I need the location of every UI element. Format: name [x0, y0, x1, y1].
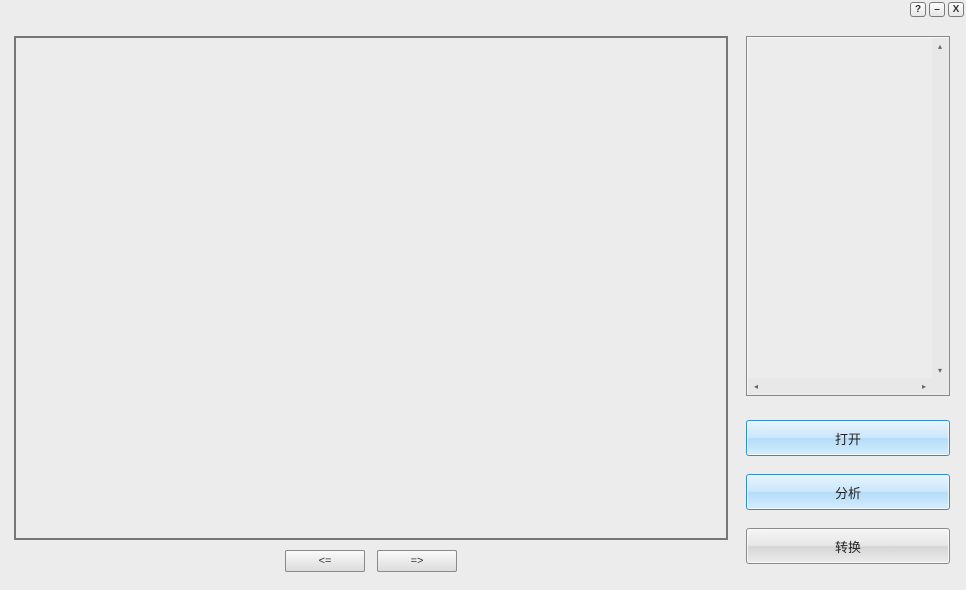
- next-button-label: =>: [411, 555, 424, 567]
- list-pane: ▴ ▾ ◂ ▸: [746, 36, 950, 396]
- prev-button-label: <=: [319, 555, 332, 567]
- minimize-button[interactable]: –: [929, 2, 945, 17]
- help-icon: ?: [915, 5, 921, 15]
- next-button[interactable]: =>: [377, 550, 457, 572]
- analyze-button[interactable]: 分析: [746, 474, 950, 510]
- minimize-icon: –: [934, 5, 940, 15]
- nav-buttons: <= =>: [14, 550, 728, 572]
- convert-button-label: 转换: [835, 537, 861, 556]
- open-button[interactable]: 打开: [746, 420, 950, 456]
- prev-button[interactable]: <=: [285, 550, 365, 572]
- preview-pane: [14, 36, 728, 540]
- help-button[interactable]: ?: [910, 2, 926, 17]
- convert-button[interactable]: 转换: [746, 528, 950, 564]
- scroll-down-icon[interactable]: ▾: [932, 362, 948, 378]
- list-content[interactable]: [748, 38, 932, 378]
- titlebar-buttons: ? – X: [910, 2, 964, 17]
- scroll-left-icon[interactable]: ◂: [748, 378, 764, 394]
- scroll-right-icon[interactable]: ▸: [916, 378, 932, 394]
- analyze-button-label: 分析: [835, 483, 861, 502]
- scroll-corner: [932, 378, 948, 394]
- vertical-scrollbar[interactable]: ▴ ▾: [932, 38, 948, 378]
- horizontal-scrollbar[interactable]: ◂ ▸: [748, 378, 932, 394]
- close-button[interactable]: X: [948, 2, 964, 17]
- open-button-label: 打开: [835, 429, 861, 448]
- close-icon: X: [953, 5, 960, 15]
- action-buttons: 打开 分析 转换: [746, 420, 950, 564]
- scroll-up-icon[interactable]: ▴: [932, 38, 948, 54]
